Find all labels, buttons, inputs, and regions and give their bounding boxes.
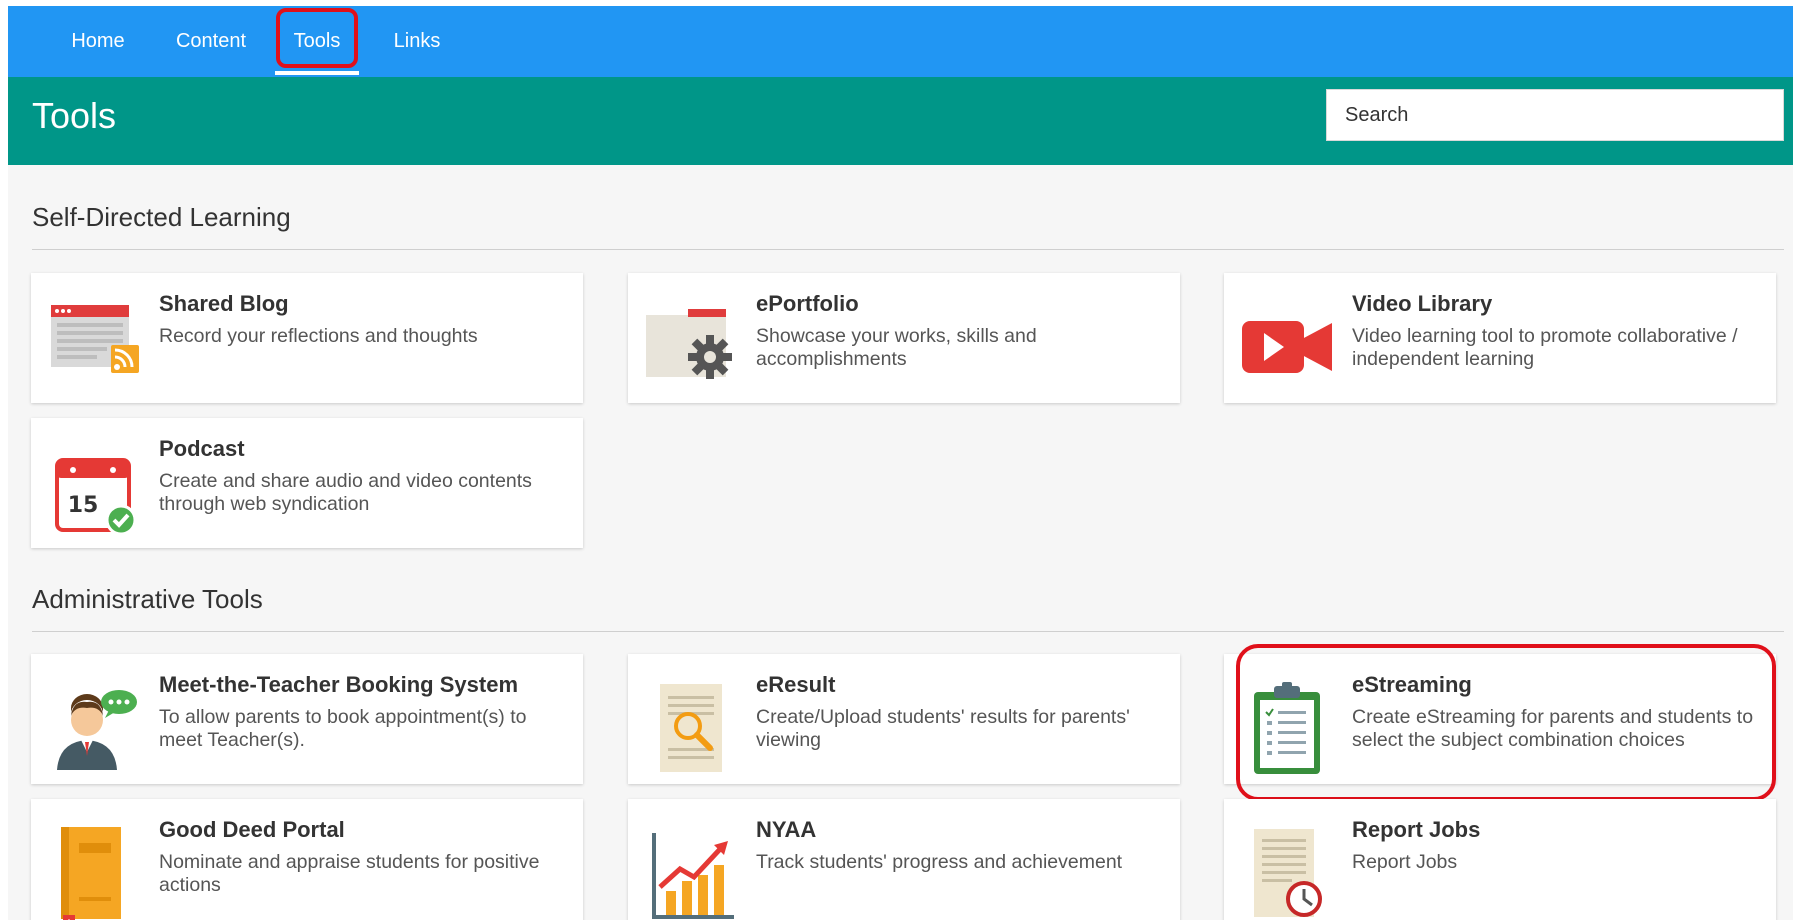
card-title: Podcast [159,436,245,461]
report-clock-icon [1254,829,1322,917]
card-good-deed-portal[interactable]: Good Deed Portal Nominate and appraise s… [31,799,583,920]
card-eresult[interactable]: eResult Create/Upload students' results … [628,654,1180,784]
card-video-library[interactable]: Video Library Video learning tool to pro… [1224,273,1776,403]
card-description: Record your reflections and thoughts [159,325,478,347]
card-description: Report Jobs [1352,851,1458,873]
calendar-icon: 15 [55,458,137,536]
card-description: Showcase your works, skills and accompli… [756,325,1037,370]
video-camera-icon [1242,321,1332,373]
card-nyaa[interactable]: NYAA Track students' progress and achiev… [628,799,1180,920]
teacher-icon [57,690,137,770]
card-description: Create/Upload students' results for pare… [756,706,1130,751]
card-title: ePortfolio [756,291,859,316]
card-description: Track students' progress and achievement [756,851,1123,873]
card-description: Nominate and appraise students for posit… [159,851,540,896]
card-title: Meet-the-Teacher Booking System [159,672,519,697]
card-title: eResult [756,672,836,697]
card-title: Video Library [1352,291,1493,316]
nav-home[interactable]: Home [54,6,142,77]
book-icon [61,827,121,920]
card-title: eStreaming [1352,672,1472,697]
nav-links[interactable]: Links [376,6,458,77]
document-search-icon [660,684,722,772]
chart-icon [652,833,734,919]
nav-tools[interactable]: Tools [275,6,359,77]
card-title: Good Deed Portal [159,817,345,842]
section-divider [32,249,1784,250]
card-description: Video learning tool to promote collabora… [1352,325,1738,370]
search-input[interactable] [1326,89,1784,141]
card-title: Report Jobs [1352,817,1481,842]
card-meet-the-teacher[interactable]: Meet-the-Teacher Booking System To allow… [31,654,583,784]
card-title: NYAA [756,817,817,842]
page-header: Tools [8,77,1793,165]
card-eportfolio[interactable]: ePortfolio Showcase your works, skills a… [628,273,1180,403]
page-title: Tools [32,95,117,136]
card-report-jobs[interactable]: Report Jobs Report Jobs [1224,799,1776,920]
card-description: Create eStreaming for parents and studen… [1352,706,1754,751]
nav-content[interactable]: Content [158,6,264,77]
portfolio-icon [646,309,732,379]
section-title-administrative: Administrative Tools [32,584,263,614]
card-title: Shared Blog [159,291,289,316]
card-description: To allow parents to book appointment(s) … [159,706,527,751]
section-divider [32,631,1784,632]
calendar-day: 15 [68,493,99,518]
card-description: Create and share audio and video content… [159,470,532,515]
card-podcast[interactable]: 15 Podcast Create and share audio and vi… [31,418,583,548]
blog-icon [51,305,139,373]
section-title-self-directed: Self-Directed Learning [32,202,291,232]
card-estreaming[interactable]: eStreaming Create eStreaming for parents… [1224,654,1776,784]
clipboard-icon [1254,682,1320,774]
page: Home Content Tools Links Tools Self-Dire… [8,6,1793,920]
top-nav: Home Content Tools Links [8,6,1793,77]
card-shared-blog[interactable]: Shared Blog Record your reflections and … [31,273,583,403]
